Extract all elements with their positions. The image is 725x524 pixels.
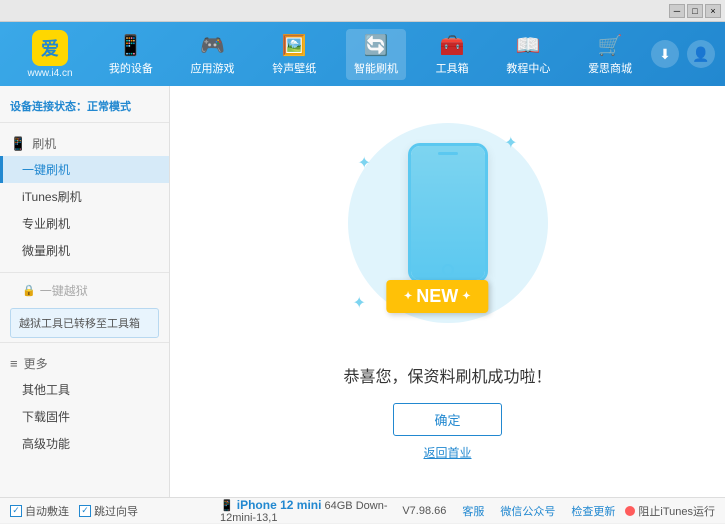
more-section-label: 更多 [24,355,48,372]
sidebar-item-other-tools[interactable]: 其他工具 [0,376,169,403]
nav-item-smart-shop[interactable]: 🔄 智能刷机 [346,29,406,80]
sidebar-item-micro-flash[interactable]: 微量刷机 [0,237,169,264]
sidebar-item-download-firmware[interactable]: 下载固件 [0,403,169,430]
flash-section-icon: 📱 [10,136,26,152]
nav-item-ringtone[interactable]: 🖼️ 铃声壁纸 [264,29,324,80]
shop-icon: 🛒 [598,33,623,58]
sidebar-divider-1 [0,272,169,273]
account-button[interactable]: 👤 [687,40,715,68]
auto-connect-checkbox[interactable]: ✓ 自动敷连 [10,503,69,519]
flash-section: 📱 刷机 一键刷机 iTunes刷机 专业刷机 微量刷机 [0,127,169,268]
sidebar-divider-2 [0,342,169,343]
confirm-button[interactable]: 确定 [393,403,501,436]
skip-wizard-label: 跳过向导 [94,503,138,519]
sidebar-item-itunes-flash[interactable]: iTunes刷机 [0,183,169,210]
nav-label-apps-games: 应用游戏 [191,60,235,76]
logo-icon: 爱 [32,30,68,66]
ringtone-icon: 🖼️ [282,33,307,58]
bottom-left: ✓ 自动敷连 ✓ 跳过向导 [10,503,210,519]
sidebar-item-advanced[interactable]: 高级功能 [0,430,169,457]
header-right: ⬇ 👤 [651,40,715,68]
nav-item-my-device[interactable]: 📱 我的设备 [101,29,161,80]
phone-home-button [442,264,454,276]
device-storage-val: 64GB [325,500,353,512]
nav-label-my-device: 我的设备 [109,60,153,76]
wechat-link[interactable]: 微信公众号 [500,503,555,519]
flash-section-label: 刷机 [32,135,56,152]
stop-label: 阻止iTunes运行 [638,503,715,519]
main-content: ✦ ✦ ✦ NEW 恭喜您，保资料刷机成功啦！ 确定 返回首业 [170,86,725,497]
nav-item-toolbox[interactable]: 🧰 工具箱 [428,29,477,80]
support-link[interactable]: 客服 [462,503,484,519]
nav-item-shop[interactable]: 🛒 爱思商城 [580,29,640,80]
tutorial-icon: 📖 [516,33,541,58]
main-layout: 设备连接状态：正常模式 📱 刷机 一键刷机 iTunes刷机 专业刷机 微量刷机… [0,86,725,497]
lock-icon: 🔒 [22,284,36,297]
header: 爱 www.i4.cn 📱 我的设备 🎮 应用游戏 🖼️ 铃声壁纸 🔄 智能刷机… [0,22,725,86]
flash-section-header[interactable]: 📱 刷机 [0,131,169,156]
device-icon: 📱 [220,500,237,512]
nav-label-tutorial: 教程中心 [506,60,550,76]
version-label: V7.98.66 [402,505,446,517]
phone-speaker [438,152,458,155]
nav-item-tutorial[interactable]: 📖 教程中心 [498,29,558,80]
update-link[interactable]: 检查更新 [571,503,615,519]
nav-label-ringtone: 铃声壁纸 [272,60,316,76]
device-status: 设备连接状态：正常模式 [0,94,169,123]
status-label: 设备连接状态： [10,101,87,113]
my-device-icon: 📱 [118,33,143,58]
logo-subtitle: www.i4.cn [27,68,72,79]
more-section: ≡ 更多 其他工具 下载固件 高级功能 [0,347,169,461]
sidebar-info-box: 越狱工具已转移至工具箱 [10,308,159,338]
sidebar-item-one-key-flash[interactable]: 一键刷机 [0,156,169,183]
nav-bar: 📱 我的设备 🎮 应用游戏 🖼️ 铃声壁纸 🔄 智能刷机 🧰 工具箱 📖 教程中… [90,29,651,80]
bottom-bar: ✓ 自动敷连 ✓ 跳过向导 📱 iPhone 12 mini 64GB Down… [0,497,725,523]
device-name: iPhone 12 mini [237,498,322,512]
sidebar-item-jailbreak: 🔒 一键越狱 [0,277,169,304]
nav-label-shop: 爱思商城 [588,60,632,76]
more-icon: ≡ [10,356,18,371]
nav-item-apps-games[interactable]: 🎮 应用游戏 [183,29,243,80]
skip-wizard-checkbox[interactable]: ✓ 跳过向导 [79,503,138,519]
nav-label-smart-shop: 智能刷机 [354,60,398,76]
phone-device [408,143,488,283]
close-button[interactable]: × [705,4,721,18]
apps-games-icon: 🎮 [200,33,225,58]
auto-connect-check-icon: ✓ [10,505,22,517]
toolbox-icon: 🧰 [440,33,465,58]
app-logo: 爱 www.i4.cn [10,30,90,79]
success-message: 恭喜您，保资料刷机成功啦！ [343,363,551,387]
maximize-button[interactable]: □ [687,4,703,18]
sparkle-2: ✦ [504,133,517,153]
sidebar-item-pro-flash[interactable]: 专业刷机 [0,210,169,237]
stop-itunes[interactable]: 阻止iTunes运行 [625,503,715,519]
smart-shop-icon: 🔄 [364,33,389,58]
download-button[interactable]: ⬇ [651,40,679,68]
status-value: 正常模式 [87,101,131,113]
stop-icon [625,506,635,516]
auto-connect-label: 自动敷连 [25,503,69,519]
new-badge: NEW [386,280,489,313]
nav-label-toolbox: 工具箱 [436,60,469,76]
skip-wizard-check-icon: ✓ [79,505,91,517]
phone-illustration: ✦ ✦ ✦ NEW [348,123,548,343]
minimize-button[interactable]: ─ [669,4,685,18]
sparkle-1: ✦ [358,153,371,173]
device-info: 📱 iPhone 12 mini 64GB Down-12mini-13,1 [210,498,402,524]
phone-screen [411,146,485,280]
again-link[interactable]: 返回首业 [423,444,471,461]
sidebar: 设备连接状态：正常模式 📱 刷机 一键刷机 iTunes刷机 专业刷机 微量刷机… [0,86,170,497]
sparkle-3: ✦ [353,293,366,313]
title-bar: ─ □ × [0,0,725,22]
more-section-header[interactable]: ≡ 更多 [0,351,169,376]
bottom-right: V7.98.66 客服 微信公众号 检查更新 [402,503,615,519]
